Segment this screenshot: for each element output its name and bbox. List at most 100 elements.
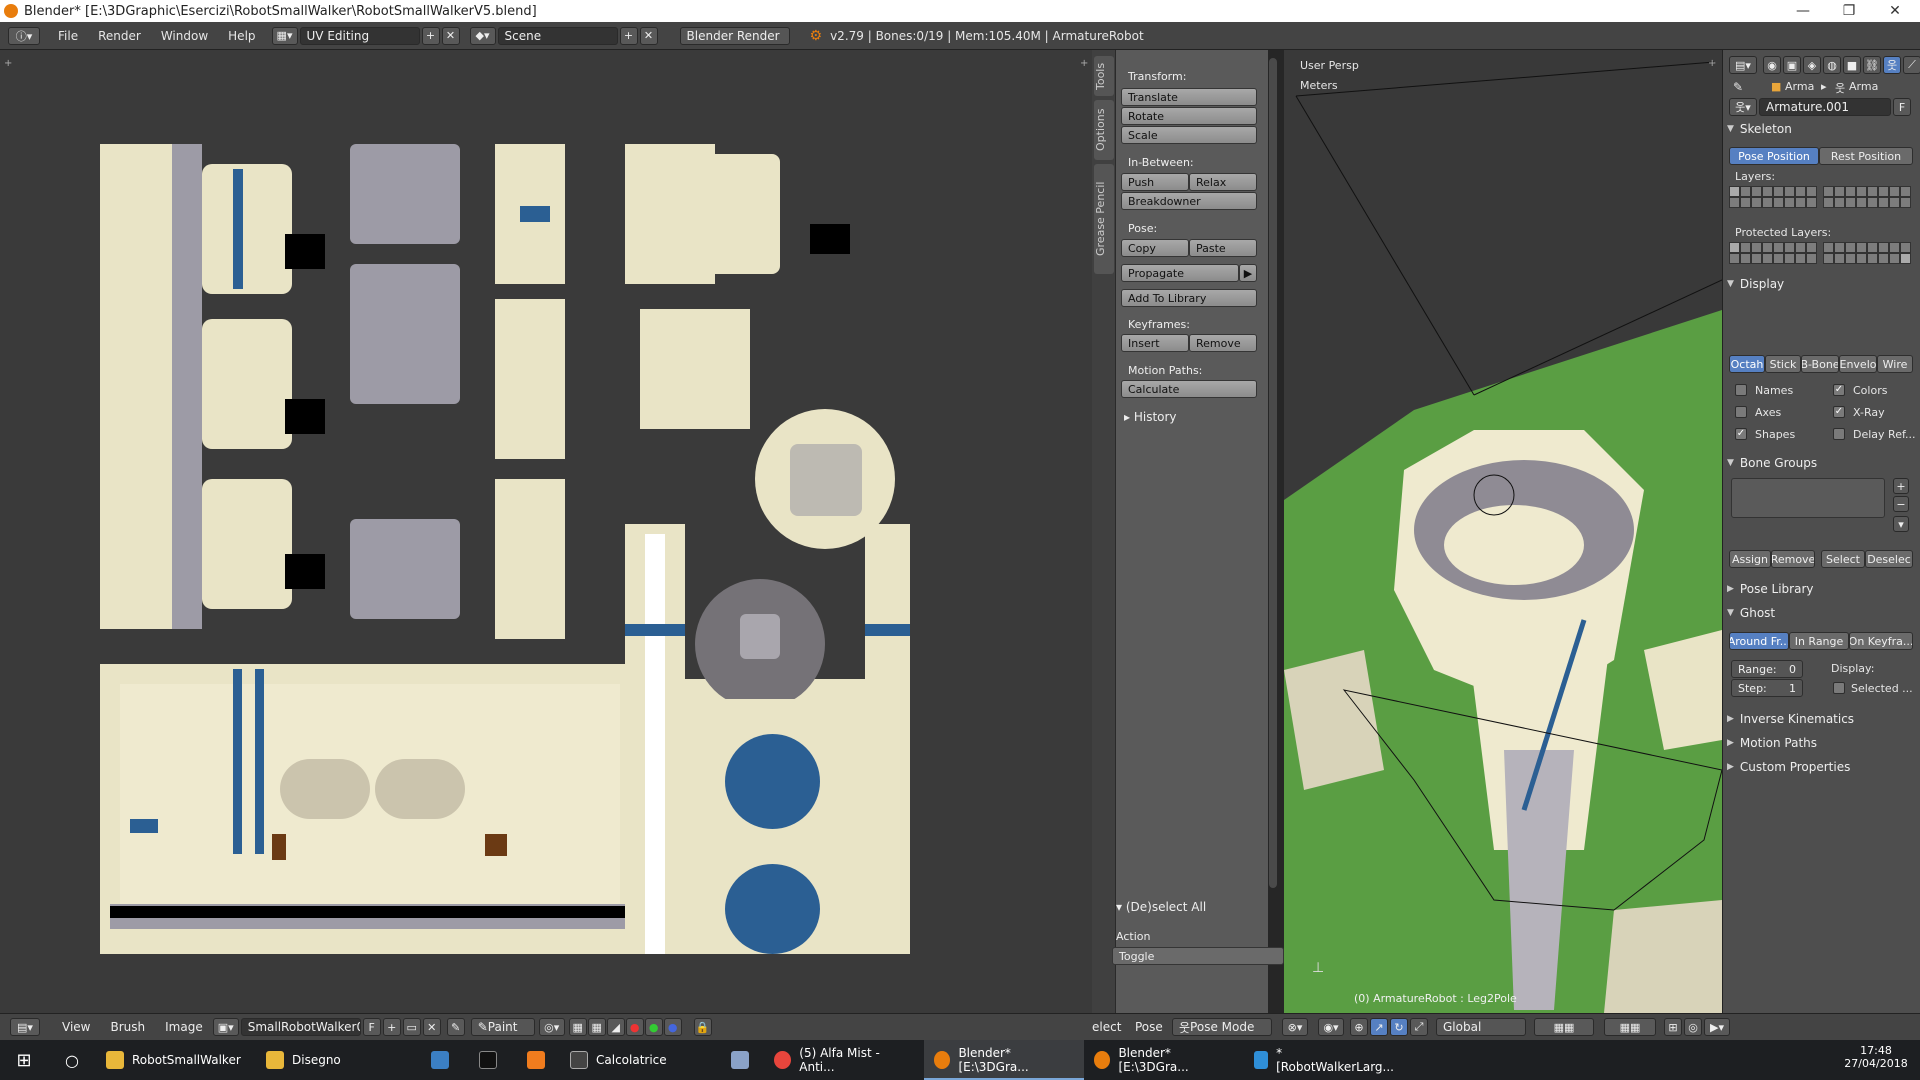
axes-checkbox[interactable] (1735, 406, 1747, 418)
taskbar-item-app-1[interactable] (416, 1040, 464, 1080)
ghost-selected-checkbox[interactable] (1833, 682, 1845, 694)
taskbar-item-image-viewer[interactable]: *[RobotWalkerLarg... (1244, 1040, 1404, 1080)
taskbar-item-explorer-disegno[interactable]: Disegno (256, 1040, 416, 1080)
pivot-icon[interactable]: ◎▾ (538, 1018, 565, 1036)
render-layers-tab-icon[interactable]: ▣ (1783, 56, 1801, 74)
vp-menu-pose[interactable]: Pose (1135, 1020, 1163, 1034)
interaction-mode-select[interactable]: 웃 Pose Mode (1172, 1018, 1272, 1036)
remove-bone-group-icon[interactable]: − (1893, 496, 1909, 512)
info-editor-type-icon[interactable]: ⓘ▾ (8, 26, 40, 45)
close-icon[interactable]: ✕ (1872, 0, 1918, 22)
minimize-icon[interactable]: — (1780, 0, 1826, 22)
display-octahedral-button[interactable]: Octah (1729, 355, 1765, 373)
lock-icon[interactable]: 🔒 (693, 1018, 712, 1036)
insert-keyframe-button[interactable]: Insert (1121, 334, 1189, 352)
pin-icon[interactable]: ✎ (1733, 80, 1743, 94)
display-bbone-button[interactable]: B-Bone (1801, 355, 1839, 373)
open-image-icon[interactable]: ▭ (402, 1018, 421, 1036)
taskbar-item-chrome[interactable]: (5) Alfa Mist - Anti... (764, 1040, 924, 1080)
names-checkbox[interactable] (1735, 384, 1747, 396)
tab-tools[interactable]: Tools (1094, 56, 1114, 96)
layers-grid[interactable] (1729, 186, 1915, 212)
push-button[interactable]: Push (1121, 173, 1189, 191)
history-panel-header[interactable]: ▸ History (1124, 410, 1177, 424)
blue-channel-icon[interactable]: ● (663, 1018, 682, 1036)
start-button-icon[interactable]: ⊞ (0, 1040, 48, 1080)
taskbar-item-media[interactable] (512, 1040, 560, 1080)
layout-grid-icon[interactable]: ▦▾ (271, 26, 298, 45)
lock-camera-icon[interactable]: ⊞ (1664, 1018, 1682, 1036)
new-image-icon[interactable]: + (382, 1018, 401, 1036)
armature-name-field[interactable]: Armature.001 (1759, 98, 1891, 116)
add-bone-group-icon[interactable]: + (1893, 478, 1909, 494)
transform-orientation-select[interactable]: Global (1436, 1018, 1526, 1036)
propagate-button[interactable]: Propagate (1121, 264, 1239, 282)
select-bone-group-button[interactable]: Select (1821, 550, 1865, 568)
uv-menu-view[interactable]: View (52, 1020, 100, 1034)
cortana-search-icon[interactable]: ○ (48, 1040, 96, 1080)
scene-icon[interactable]: ◆▾ (469, 26, 496, 45)
paint-mode-select[interactable]: ✎ Paint (470, 1018, 535, 1036)
display-panel-header[interactable]: ▼ Display (1727, 275, 1915, 293)
maximize-icon[interactable]: ❐ (1826, 0, 1872, 22)
world-tab-icon[interactable]: ◍ (1823, 56, 1841, 74)
armature-data-tab-icon[interactable]: 웃 (1883, 56, 1901, 74)
green-channel-icon[interactable]: ● (644, 1018, 663, 1036)
draw-mode-icon[interactable]: ◢ (606, 1018, 625, 1036)
menu-window[interactable]: Window (151, 29, 218, 43)
render-tab-icon[interactable]: ◉ (1763, 56, 1781, 74)
delay-refresh-checkbox[interactable] (1833, 428, 1845, 440)
unlink-image-icon[interactable]: ✕ (422, 1018, 441, 1036)
tab-grease-pencil[interactable]: Grease Pencil (1094, 164, 1114, 274)
taskbar-item-app-2[interactable] (716, 1040, 764, 1080)
deselect-all-panel-header[interactable]: ▾ (De)select All (1116, 900, 1206, 914)
deselect-bone-group-button[interactable]: Deselec (1865, 550, 1913, 568)
breakdowner-button[interactable]: Breakdowner (1121, 192, 1257, 210)
fake-user-button[interactable]: F (1893, 98, 1911, 116)
scene-tab-icon[interactable]: ◈ (1803, 56, 1821, 74)
propagate-menu-arrow-icon[interactable]: ▶ (1239, 264, 1257, 282)
protected-layers-grid[interactable] (1729, 242, 1915, 268)
image-name-field[interactable]: SmallRobotWalker0... (240, 1018, 361, 1036)
taskbar-item-explorer-robot[interactable]: RobotSmallWalker (96, 1040, 256, 1080)
scale-button[interactable]: Scale (1121, 126, 1257, 144)
pose-library-panel-header[interactable]: ▶ Pose Library (1727, 580, 1915, 598)
bone-groups-list[interactable] (1731, 478, 1885, 518)
ghost-in-range-button[interactable]: In Range (1789, 632, 1849, 650)
tool-shelf-scrollbar[interactable] (1269, 58, 1277, 888)
action-select[interactable]: Toggle (1112, 947, 1284, 965)
object-tab-icon[interactable]: ■ (1843, 56, 1861, 74)
mask-icon[interactable]: ▦ (568, 1018, 587, 1036)
taskbar-item-terminal[interactable] (464, 1040, 512, 1080)
vp-menu-select[interactable]: elect (1092, 1020, 1121, 1034)
add-layout-icon[interactable]: + (421, 26, 440, 45)
display-stick-button[interactable]: Stick (1765, 355, 1801, 373)
ghost-around-frame-button[interactable]: Around Fr... (1729, 632, 1789, 650)
custom-properties-panel-header[interactable]: ▶ Custom Properties (1727, 758, 1915, 776)
scale-manipulator-icon[interactable]: ⤢ (1410, 1018, 1428, 1036)
relax-button[interactable]: Relax (1189, 173, 1257, 191)
add-scene-icon[interactable]: + (619, 26, 638, 45)
pose-position-button[interactable]: Pose Position (1729, 147, 1819, 165)
layer-buttons[interactable]: ▦▦ (1534, 1018, 1594, 1036)
remove-scene-icon[interactable]: ✕ (639, 26, 658, 45)
shapes-checkbox[interactable]: ✓ (1735, 428, 1747, 440)
bone-tab-icon[interactable]: ⟋ (1903, 56, 1920, 74)
render-engine-select[interactable]: Blender Render (679, 26, 790, 45)
remove-bone-group-button[interactable]: Remove (1771, 550, 1815, 568)
ghost-range-field[interactable]: Range: 0 (1731, 660, 1803, 678)
tab-options[interactable]: Options (1094, 100, 1114, 160)
copy-pose-button[interactable]: Copy (1121, 239, 1189, 257)
armature-browse-icon[interactable]: 웃▾ (1729, 98, 1757, 116)
uv-menu-image[interactable]: Image (155, 1020, 213, 1034)
skeleton-panel-header[interactable]: ▼ Skeleton (1727, 120, 1915, 138)
opengl-render-icon[interactable]: ◎ (1684, 1018, 1702, 1036)
constraints-tab-icon[interactable]: ⛓ (1863, 56, 1881, 74)
menu-help[interactable]: Help (218, 29, 265, 43)
rest-position-button[interactable]: Rest Position (1819, 147, 1913, 165)
rotate-button[interactable]: Rotate (1121, 107, 1257, 125)
inverse-kinematics-panel-header[interactable]: ▶ Inverse Kinematics (1727, 710, 1915, 728)
ghost-on-keyframes-button[interactable]: On Keyfra... (1849, 632, 1913, 650)
colors-checkbox[interactable]: ✓ (1833, 384, 1845, 396)
add-to-library-button[interactable]: Add To Library (1121, 289, 1257, 307)
